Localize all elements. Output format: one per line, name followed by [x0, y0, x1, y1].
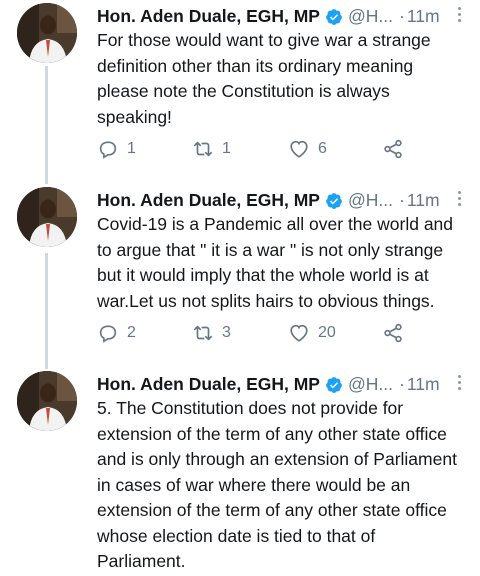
thread-line [45, 66, 48, 184]
share-button[interactable] [382, 137, 404, 161]
verified-badge-icon [325, 191, 343, 209]
like-button[interactable]: 6 [288, 137, 327, 161]
author-handle[interactable]: @H... [348, 371, 393, 397]
separator: · [398, 6, 405, 26]
avatar[interactable] [17, 187, 77, 247]
reply-count: 1 [127, 140, 136, 157]
timestamp[interactable]: 11m [407, 3, 440, 29]
more-icon[interactable] [458, 375, 462, 390]
retweet-button[interactable]: 1 [192, 137, 231, 161]
tweet-header: Hon. Aden Duale, EGH, MP @H... · 11m [97, 187, 468, 213]
thread-line [45, 253, 48, 369]
tweet-actions: 2 3 20 [97, 321, 477, 345]
tweet-actions: 1 1 6 [97, 137, 477, 161]
author-name[interactable]: Hon. Aden Duale, EGH, MP [97, 371, 320, 397]
tweet-text: Covid-19 is a Pandemic all over the worl… [97, 214, 454, 311]
tweet-header: Hon. Aden Duale, EGH, MP @H... · 11m [97, 3, 468, 29]
more-icon[interactable] [458, 7, 462, 22]
reply-button[interactable]: 2 [97, 321, 136, 345]
share-icon [384, 323, 402, 343]
tweet-header: Hon. Aden Duale, EGH, MP @H... · 11m [97, 371, 468, 397]
verified-badge-icon [325, 7, 343, 25]
reply-count: 2 [127, 324, 136, 341]
separator: · [398, 190, 405, 210]
retweet-icon [193, 325, 213, 341]
more-icon[interactable] [458, 191, 462, 206]
avatar[interactable] [17, 371, 77, 431]
separator: · [398, 374, 405, 394]
author-handle[interactable]: @H... [348, 3, 393, 29]
share-button[interactable] [382, 321, 404, 345]
like-button[interactable]: 20 [288, 321, 336, 345]
tweet-text: 5. The Constitution does not provide for… [97, 398, 457, 571]
avatar[interactable] [17, 3, 77, 63]
timestamp[interactable]: 11m [407, 187, 440, 213]
heart-icon [290, 324, 308, 342]
share-icon [384, 139, 402, 159]
verified-badge-icon [325, 375, 343, 393]
reply-icon [99, 141, 117, 159]
author-name[interactable]: Hon. Aden Duale, EGH, MP [97, 3, 320, 29]
retweet-button[interactable]: 3 [192, 321, 231, 345]
heart-icon [290, 140, 308, 158]
like-count: 6 [318, 140, 327, 157]
reply-button[interactable]: 1 [97, 137, 136, 161]
retweet-icon [193, 141, 213, 157]
author-name[interactable]: Hon. Aden Duale, EGH, MP [97, 187, 320, 213]
timestamp[interactable]: 11m [407, 371, 440, 397]
reply-icon [99, 325, 117, 343]
retweet-count: 3 [222, 324, 231, 341]
author-handle[interactable]: @H... [348, 187, 393, 213]
like-count: 20 [318, 324, 336, 341]
retweet-count: 1 [222, 140, 231, 157]
tweet-text: For those would want to give war a stran… [97, 30, 431, 127]
